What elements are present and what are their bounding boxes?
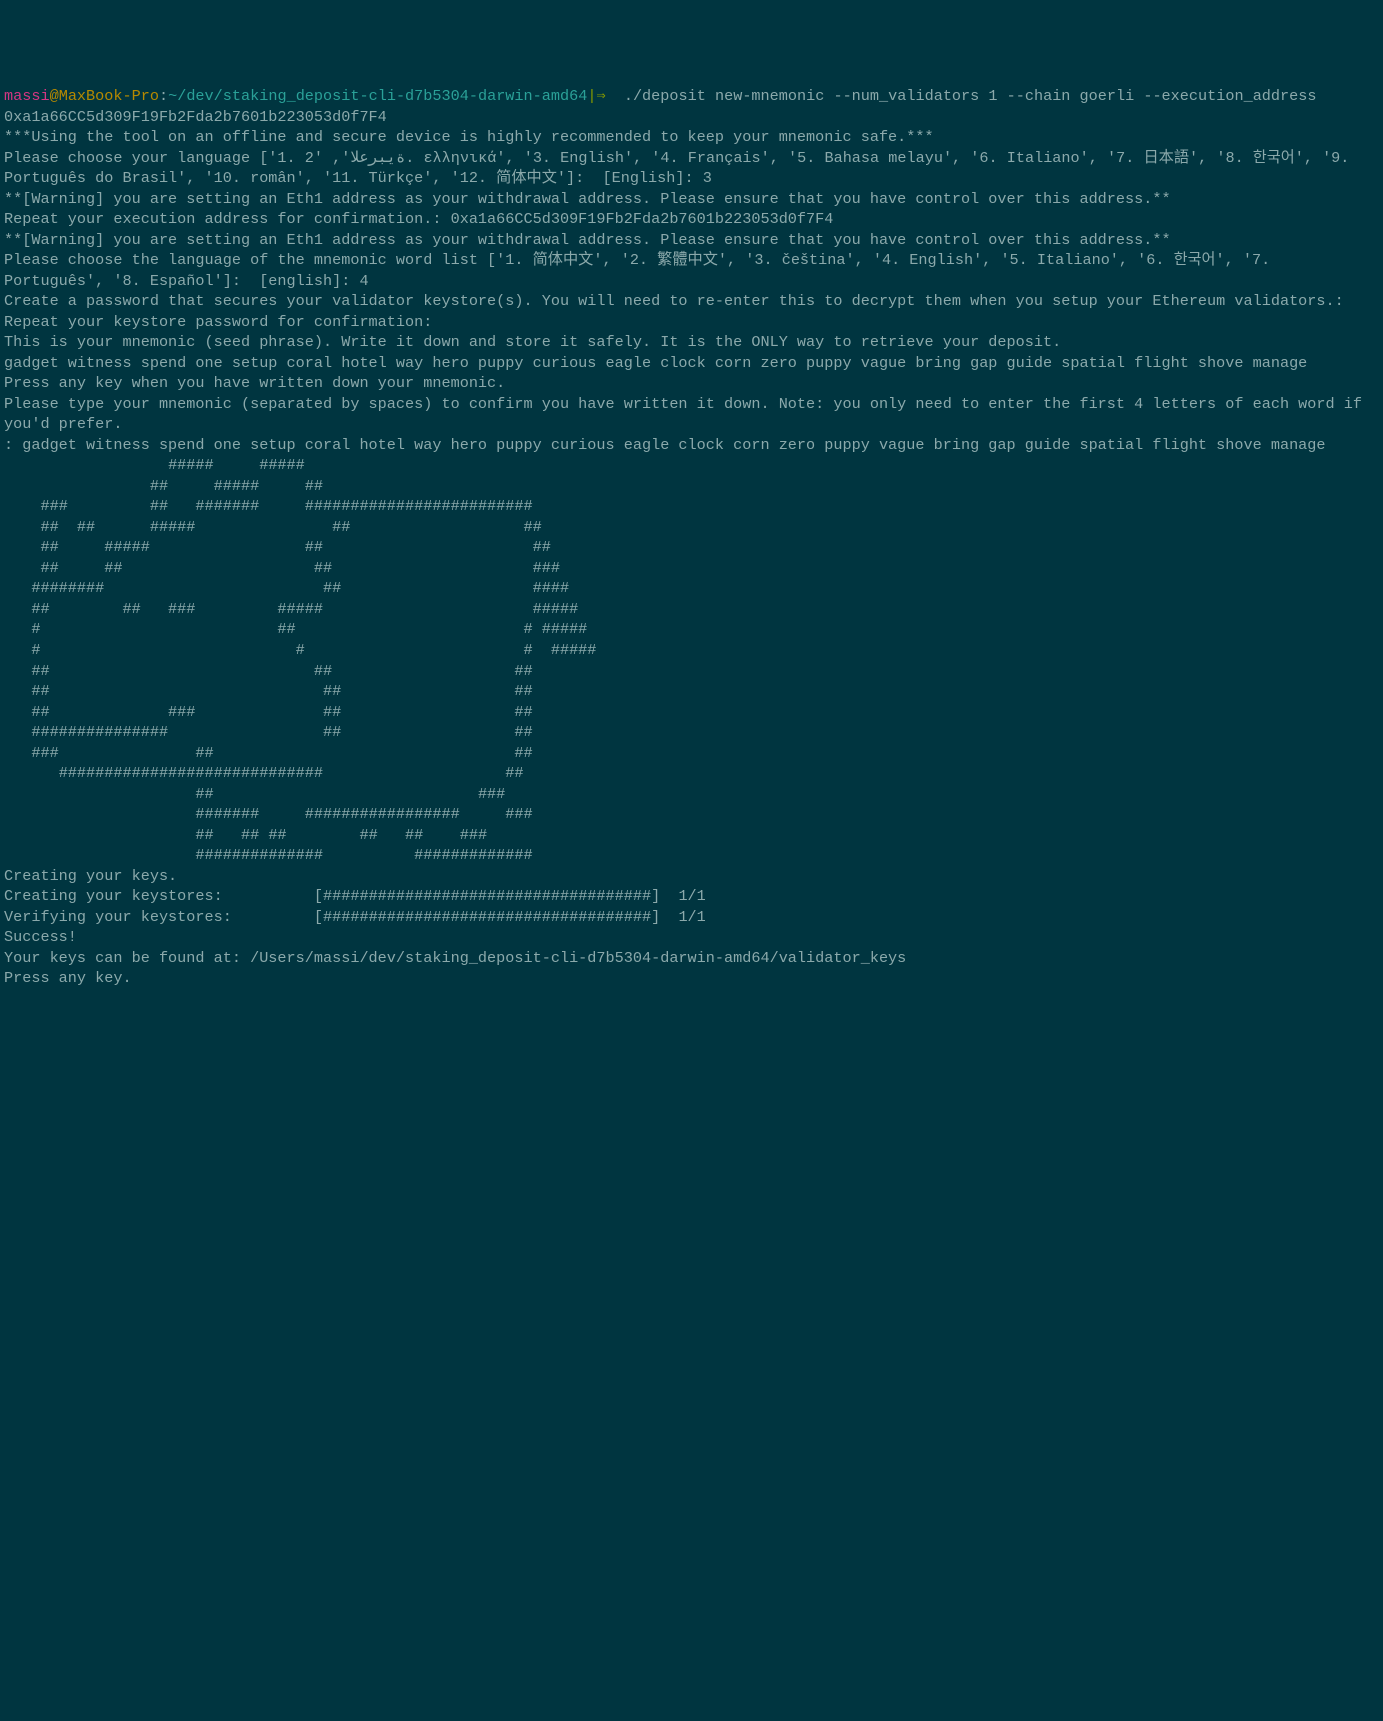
mnemonic-phrase: gadget witness spend one setup coral hot… — [4, 353, 1379, 374]
eth1-warning-repeat: **[Warning] you are setting an Eth1 addr… — [4, 230, 1379, 251]
keys-location: Your keys can be found at: /Users/massi/… — [4, 948, 1379, 969]
prompt-user: massi — [4, 87, 50, 105]
password-prompt: Create a password that secures your vali… — [4, 291, 1379, 312]
prompt-path: ~/dev/staking_deposit-cli-d7b5304-darwin… — [168, 87, 587, 105]
ascii-art-line: ####### ################# ### — [4, 804, 1379, 825]
execution-address-confirm: Repeat your execution address for confir… — [4, 209, 1379, 230]
ascii-art-line: ######## ## #### — [4, 578, 1379, 599]
ascii-art-line: ## ## ## — [4, 661, 1379, 682]
prompt-host: MaxBook-Pro — [59, 87, 159, 105]
ascii-art-line: ## ### ## ## — [4, 702, 1379, 723]
ascii-art-line: # # # ##### — [4, 640, 1379, 661]
ascii-art-line: ############### ## ## — [4, 722, 1379, 743]
prompt-sep: : — [159, 87, 168, 105]
ascii-art-line: ## ## ## ### — [4, 558, 1379, 579]
language-prompt: Please choose your language ['1. ةيبرعلا… — [4, 148, 1379, 189]
mnemonic-confirm-input: : gadget witness spend one setup coral h… — [4, 435, 1379, 456]
ascii-art-line: ## ##### ## ## — [4, 537, 1379, 558]
ascii-art-line: ## ## ### ##### ##### — [4, 599, 1379, 620]
mnemonic-header: This is your mnemonic (seed phrase). Wri… — [4, 332, 1379, 353]
prompt-at: @ — [50, 87, 59, 105]
press-any-key-mnemonic: Press any key when you have written down… — [4, 373, 1379, 394]
ascii-art-line: ## ### — [4, 784, 1379, 805]
mnemonic-language-prompt: Please choose the language of the mnemon… — [4, 250, 1379, 291]
ascii-art-line: # ## # ##### — [4, 619, 1379, 640]
eth1-warning: **[Warning] you are setting an Eth1 addr… — [4, 189, 1379, 210]
mnemonic-confirm-prompt: Please type your mnemonic (separated by … — [4, 394, 1379, 435]
ascii-art-line: ############## ############# — [4, 845, 1379, 866]
ascii-art-line: ##### ##### — [4, 455, 1379, 476]
ascii-art-line: ## ## ## ## ## ### — [4, 825, 1379, 846]
creating-keys: Creating your keys. — [4, 866, 1379, 887]
ascii-art-line: ## ## ## — [4, 681, 1379, 702]
prompt-branch: |⇒ — [587, 87, 614, 105]
press-any-key: Press any key. — [4, 968, 1379, 989]
ascii-art-line: ############################# ## — [4, 763, 1379, 784]
ascii-art-line: ### ## ## — [4, 743, 1379, 764]
offline-warning: ***Using the tool on an offline and secu… — [4, 127, 1379, 148]
success-message: Success! — [4, 927, 1379, 948]
verifying-keystores-progress: Verifying your keystores: [#############… — [4, 907, 1379, 928]
terminal-prompt-line[interactable]: massi@MaxBook-Pro:~/dev/staking_deposit-… — [4, 86, 1379, 127]
password-confirm-prompt: Repeat your keystore password for confir… — [4, 312, 1379, 333]
ascii-art-line: ### ## ####### ######################### — [4, 496, 1379, 517]
ascii-art-line: ## ## ##### ## ## — [4, 517, 1379, 538]
ascii-art-line: ## ##### ## — [4, 476, 1379, 497]
creating-keystores-progress: Creating your keystores: [##############… — [4, 886, 1379, 907]
